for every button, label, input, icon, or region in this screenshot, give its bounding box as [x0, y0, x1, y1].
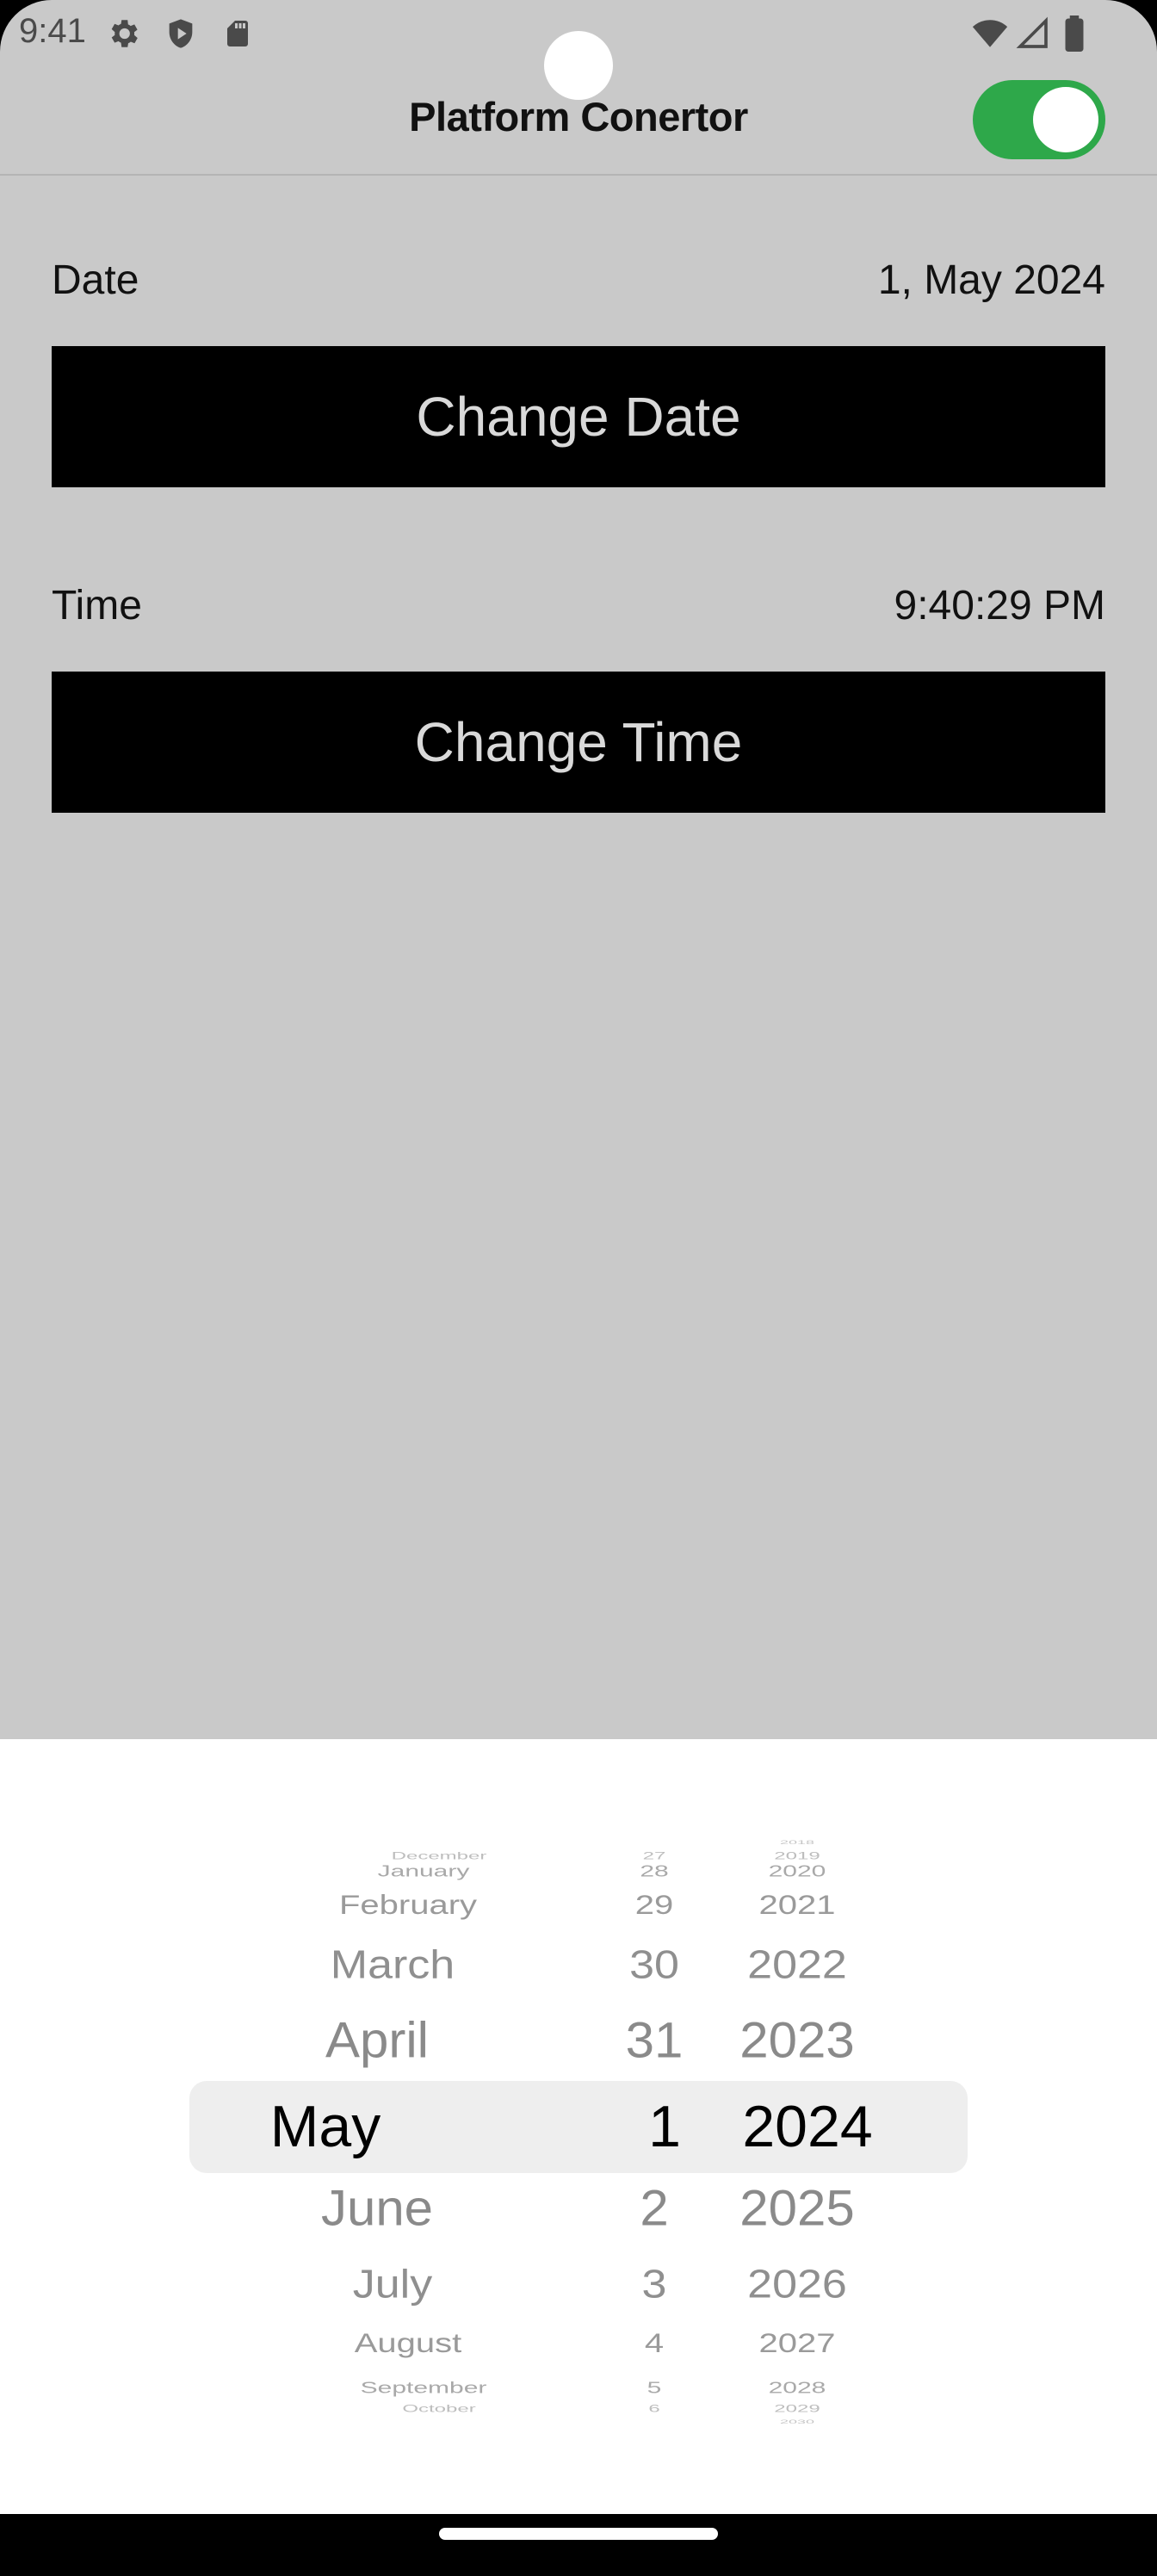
year-option[interactable]: 2028: [769, 2381, 826, 2396]
sd-card-icon: [227, 21, 248, 46]
date-label: Date: [52, 257, 139, 303]
cellular-signal-icon: [1016, 16, 1048, 48]
change-date-button[interactable]: Change Date: [52, 346, 1105, 487]
month-option[interactable]: February: [339, 1892, 477, 1918]
day-option[interactable]: 30: [629, 1945, 679, 1985]
year-option[interactable]: 2022: [747, 1945, 847, 1985]
day-option[interactable]: 4: [645, 2330, 664, 2356]
month-option[interactable]: July: [353, 2264, 432, 2305]
month-option[interactable]: September: [361, 2381, 487, 2396]
day-option[interactable]: 31: [626, 2015, 684, 2065]
home-indicator[interactable]: [439, 2528, 718, 2540]
day-option[interactable]: 6: [648, 2404, 659, 2414]
nav-bar-corner-curve: [0, 2514, 1157, 2576]
date-value: 1, May 2024: [877, 257, 1105, 303]
app-bar: Platform Conertor: [0, 65, 1157, 176]
settings-gear-icon: [111, 20, 138, 47]
platform-toggle-switch[interactable]: [973, 80, 1105, 159]
day-option[interactable]: 28: [640, 1864, 668, 1879]
date-picker-sheet: December January February March April May June…: [0, 1739, 1157, 2514]
year-option[interactable]: 2030: [780, 2419, 814, 2424]
year-option[interactable]: 2025: [739, 2183, 854, 2233]
year-option[interactable]: 2019: [774, 1851, 820, 1861]
time-label: Time: [52, 583, 142, 629]
play-protect-shield-icon: [169, 19, 193, 48]
screen: 9:41 Platform Conertor Date 1, May 2024 …: [0, 0, 1157, 2576]
year-option[interactable]: 2020: [769, 1864, 826, 1879]
status-time: 9:41: [19, 12, 86, 50]
month-option[interactable]: August: [355, 2330, 462, 2356]
day-option[interactable]: 29: [635, 1892, 674, 1918]
year-option[interactable]: 2024: [742, 2097, 872, 2156]
change-time-button[interactable]: Change Time: [52, 672, 1105, 813]
month-option[interactable]: December: [392, 1851, 487, 1861]
wifi-icon: [972, 20, 1008, 47]
navigation-bar: [0, 2514, 1157, 2576]
month-option[interactable]: June: [321, 2183, 433, 2233]
battery-icon: [1065, 15, 1084, 52]
day-option[interactable]: 3: [642, 2264, 667, 2305]
month-option[interactable]: March: [331, 1945, 455, 1985]
time-row: Time 9:40:29 PM: [52, 582, 1105, 634]
year-option[interactable]: 2026: [747, 2264, 847, 2305]
year-option[interactable]: 2023: [739, 2015, 854, 2065]
time-value: 9:40:29 PM: [894, 583, 1105, 629]
year-option[interactable]: 2018: [780, 1840, 814, 1845]
month-option[interactable]: April: [325, 2015, 429, 2065]
date-row: Date 1, May 2024: [52, 257, 1105, 308]
day-option[interactable]: 2: [640, 2183, 668, 2233]
day-option[interactable]: 1: [648, 2097, 681, 2156]
toggle-knob: [1033, 87, 1098, 152]
day-option[interactable]: 27: [643, 1851, 666, 1861]
year-option[interactable]: 2029: [774, 2404, 820, 2414]
month-option[interactable]: May: [270, 2097, 381, 2156]
year-option[interactable]: 2021: [759, 1892, 836, 1918]
month-option[interactable]: January: [378, 1864, 470, 1879]
month-option[interactable]: October: [402, 2404, 475, 2414]
year-option[interactable]: 2027: [759, 2330, 836, 2356]
day-option[interactable]: 5: [647, 2381, 662, 2396]
